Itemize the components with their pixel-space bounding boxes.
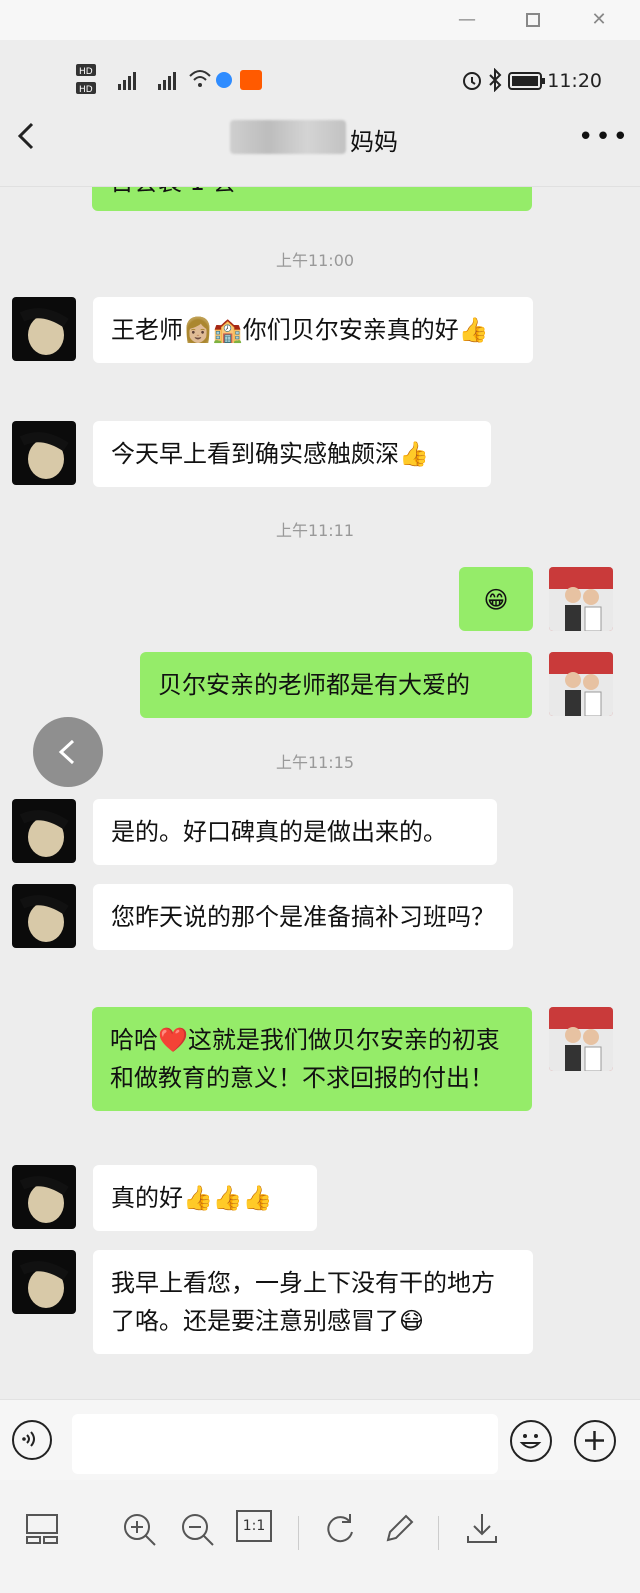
maximize-icon[interactable]: [518, 6, 548, 34]
close-icon[interactable]: ✕: [584, 6, 614, 34]
avatar[interactable]: [12, 884, 76, 948]
message-bubble-received[interactable]: 是的。好口碑真的是做出来的。: [93, 799, 497, 865]
message-bubble-sent[interactable]: 台套装 1 套: [92, 187, 532, 211]
message-bubble-received[interactable]: 今天早上看到确实感触颇深👍: [93, 421, 491, 487]
back-arrow-icon[interactable]: [12, 116, 42, 156]
message-input-bar: [0, 1399, 640, 1480]
avatar[interactable]: [12, 799, 76, 863]
chat-messages: 台套装 1 套 上午11:00 王老师👩🏼🏫你们贝尔安亲真的好👍 今天早上看到确…: [0, 187, 640, 1399]
toolbar-divider: [298, 1516, 299, 1550]
rotate-icon[interactable]: [322, 1510, 366, 1554]
message-text: 真的好👍👍👍: [111, 1184, 273, 1212]
message-text: 您昨天说的那个是准备搞补习班吗？: [111, 903, 495, 931]
viewer-toolbar: 1:1: [0, 1480, 640, 1593]
svg-text:HD: HD: [79, 85, 93, 95]
phone-status-bar: HD HD 11:20: [0, 40, 640, 100]
message-bubble-sent[interactable]: 贝尔安亲的老师都是有大爱的: [140, 652, 532, 718]
emoji-icon[interactable]: [510, 1420, 552, 1462]
message-input[interactable]: [72, 1414, 498, 1474]
message-text: 台套装 1 套: [110, 187, 237, 196]
download-icon[interactable]: [464, 1510, 508, 1554]
bluetooth-icon: [487, 67, 503, 97]
avatar[interactable]: [12, 297, 76, 361]
chat-header: 妈妈 •••: [0, 100, 640, 187]
status-time: 11:20: [547, 70, 602, 92]
message-text: 是的。好口碑真的是做出来的。: [111, 818, 447, 846]
message-bubble-sent[interactable]: 😁: [459, 567, 533, 631]
thumbnail-icon[interactable]: [24, 1510, 68, 1554]
message-bubble-received[interactable]: 王老师👩🏼🏫你们贝尔安亲真的好👍: [93, 297, 533, 363]
plus-icon[interactable]: [574, 1420, 616, 1462]
avatar-self[interactable]: [549, 652, 613, 716]
message-bubble-received[interactable]: 我早上看您，一身上下没有干的地方了咯。还是要注意别感冒了😷: [93, 1250, 533, 1354]
message-bubble-received[interactable]: 您昨天说的那个是准备搞补习班吗？: [93, 884, 513, 950]
message-bubble-received[interactable]: 真的好👍👍👍: [93, 1165, 317, 1231]
battery-icon: [508, 70, 546, 97]
avatar[interactable]: [12, 421, 76, 485]
toolbar-divider: [438, 1516, 439, 1550]
floating-back-button[interactable]: [33, 717, 103, 787]
avatar-self[interactable]: [549, 1007, 613, 1071]
timestamp: 上午11:11: [275, 521, 355, 540]
message-text: 哈哈❤️这就是我们做贝尔安亲的初衷和做教育的意义！不求回报的付出！: [110, 1026, 500, 1092]
zoom-in-icon[interactable]: [120, 1510, 164, 1554]
message-text: 贝尔安亲的老师都是有大爱的: [158, 671, 470, 699]
signal-icon: HD HD: [76, 62, 266, 103]
voice-icon[interactable]: [12, 1420, 52, 1460]
message-text: 我早上看您，一身上下没有干的地方了咯。还是要注意别感冒了😷: [111, 1269, 495, 1335]
avatar[interactable]: [12, 1165, 76, 1229]
alarm-icon: [460, 68, 484, 97]
window-titlebar: — ✕: [0, 0, 640, 40]
actual-size-button[interactable]: 1:1: [236, 1510, 272, 1542]
blurred-name: [230, 120, 346, 154]
message-text: 今天早上看到确实感触颇深👍: [111, 440, 429, 468]
message-text: 😁: [483, 586, 509, 614]
zoom-out-icon[interactable]: [178, 1510, 222, 1554]
timestamp: 上午11:00: [275, 251, 355, 270]
minimize-icon[interactable]: —: [452, 6, 482, 34]
avatar-self[interactable]: [549, 567, 613, 631]
message-text: 王老师👩🏼🏫你们贝尔安亲真的好👍: [111, 316, 489, 344]
avatar[interactable]: [12, 1250, 76, 1314]
message-bubble-sent[interactable]: 哈哈❤️这就是我们做贝尔安亲的初衷和做教育的意义！不求回报的付出！: [92, 1007, 532, 1111]
more-options-icon[interactable]: •••: [578, 122, 628, 152]
svg-text:HD: HD: [79, 67, 93, 77]
chat-title: 妈妈: [350, 128, 398, 156]
edit-icon[interactable]: [380, 1510, 424, 1554]
